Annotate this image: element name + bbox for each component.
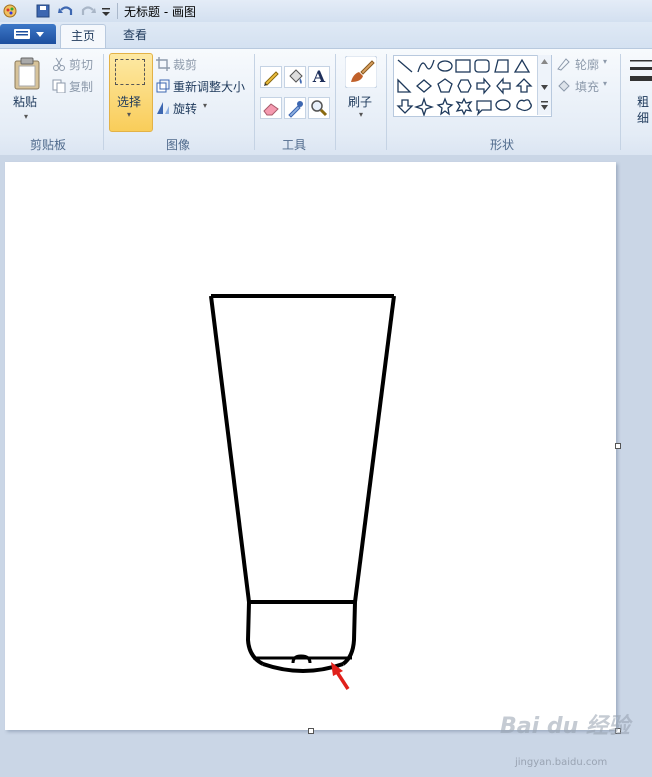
four-point-star-icon <box>413 96 435 118</box>
resize-handle-bottom[interactable] <box>308 728 314 734</box>
polygon-shape-icon <box>494 59 509 73</box>
cap-right-edge <box>341 601 357 666</box>
quick-access-dropdown-icon[interactable] <box>100 4 114 18</box>
cap-left-edge <box>246 601 264 666</box>
fill-dropdown-icon[interactable]: ▾ <box>603 79 607 88</box>
watermark-url: jingyan.baidu.com <box>515 757 608 768</box>
select-rect-icon <box>115 59 145 85</box>
tab-home[interactable]: 主页 <box>60 24 106 49</box>
pentagon-shape-icon <box>437 78 453 93</box>
triangle-shape-icon <box>513 58 531 73</box>
cut-button[interactable]: 剪切 <box>69 56 93 73</box>
rect-callout-icon <box>476 100 492 117</box>
size-label-line2: 细 <box>637 111 650 125</box>
five-point-star-icon <box>436 97 454 116</box>
size-lines-icon[interactable] <box>628 56 652 89</box>
oval-shape-icon <box>437 60 453 72</box>
crop-icon <box>156 57 170 74</box>
rectangle-shape-icon <box>455 59 471 73</box>
fill-button[interactable]: 填充 <box>575 78 599 95</box>
group-separator <box>620 54 621 150</box>
rotate-icon <box>156 101 170 118</box>
outline-icon <box>556 57 572 74</box>
cap-bottom-curve <box>262 662 344 673</box>
redo-icon[interactable] <box>80 4 96 18</box>
resize-icon <box>156 79 170 96</box>
group-separator <box>335 54 336 150</box>
title-bar: 无标题 - 画图 <box>0 0 652 23</box>
tools-group-label: 工具 <box>282 138 307 152</box>
resize-handle-right[interactable] <box>615 443 621 449</box>
pencil-icon[interactable] <box>260 66 282 88</box>
right-arrow-shape-icon <box>476 77 491 95</box>
down-arrow-shape-icon <box>396 99 414 114</box>
outline-button[interactable]: 轮廓 <box>575 56 599 73</box>
color-picker-icon[interactable] <box>284 97 306 119</box>
watermark-logo: Bai du 经验 <box>500 714 630 739</box>
hexagon-shape-icon <box>457 79 472 93</box>
cut-icon <box>52 57 66 74</box>
app-menu-button[interactable] <box>0 24 56 44</box>
tube-left-edge <box>209 295 251 603</box>
copy-icon <box>52 79 66 96</box>
paste-button[interactable] <box>12 56 42 93</box>
brushes-dropdown-icon[interactable]: ▾ <box>359 110 363 119</box>
tube-right-edge <box>353 295 396 603</box>
text-tool-icon[interactable]: A <box>308 66 330 88</box>
select-label: 选择 <box>117 95 142 109</box>
copy-button[interactable]: 复制 <box>69 78 93 95</box>
shapes-group-label: 形状 <box>490 138 515 152</box>
title-separator <box>117 3 118 19</box>
outline-dropdown-icon[interactable]: ▾ <box>603 57 607 66</box>
select-dropdown-icon[interactable]: ▾ <box>127 110 131 119</box>
image-group-label: 图像 <box>166 138 191 152</box>
rotate-dropdown-icon[interactable]: ▾ <box>203 101 207 110</box>
up-arrow-shape-icon <box>515 78 533 93</box>
drawing-canvas[interactable] <box>5 162 616 730</box>
window-title: 无标题 - 画图 <box>124 5 196 19</box>
diamond-shape-icon <box>416 79 432 93</box>
cloud-callout-icon <box>516 99 532 112</box>
shapes-gallery-scroll[interactable] <box>537 55 551 115</box>
rotate-button[interactable]: 旋转 <box>173 100 197 117</box>
line-shape-icon <box>397 59 413 73</box>
shapes-gallery <box>393 55 552 118</box>
group-separator <box>103 54 104 150</box>
save-icon[interactable] <box>36 4 50 18</box>
brush-icon <box>344 55 378 89</box>
size-label-line1: 粗 <box>637 95 650 109</box>
clipboard-icon <box>14 57 40 90</box>
shapes-grid <box>396 58 533 118</box>
brushes-button[interactable] <box>344 55 378 91</box>
left-arrow-shape-icon <box>496 77 511 95</box>
paint-app-icon[interactable] <box>3 4 17 18</box>
rounded-rectangle-shape-icon <box>474 59 490 73</box>
clipboard-group-label: 剪贴板 <box>30 138 67 152</box>
tab-view[interactable]: 查看 <box>112 24 158 48</box>
paste-dropdown-icon[interactable]: ▾ <box>24 112 28 121</box>
right-triangle-shape-icon <box>397 78 412 93</box>
six-point-star-icon <box>455 97 473 116</box>
crop-button[interactable]: 裁剪 <box>173 56 197 73</box>
eraser-icon[interactable] <box>260 97 282 119</box>
group-separator <box>254 54 255 150</box>
oval-callout-icon <box>495 99 511 111</box>
magnifier-icon[interactable] <box>308 97 330 119</box>
curve-shape-icon <box>417 59 435 73</box>
undo-icon[interactable] <box>58 4 73 18</box>
resize-button[interactable]: 重新调整大小 <box>173 78 245 95</box>
brushes-label: 刷子 <box>348 95 373 109</box>
group-separator <box>386 54 387 150</box>
tube-drawing <box>209 294 396 690</box>
fill-icon <box>556 79 572 96</box>
paste-label[interactable]: 粘贴 <box>13 93 37 110</box>
fill-bucket-icon[interactable] <box>284 66 306 88</box>
